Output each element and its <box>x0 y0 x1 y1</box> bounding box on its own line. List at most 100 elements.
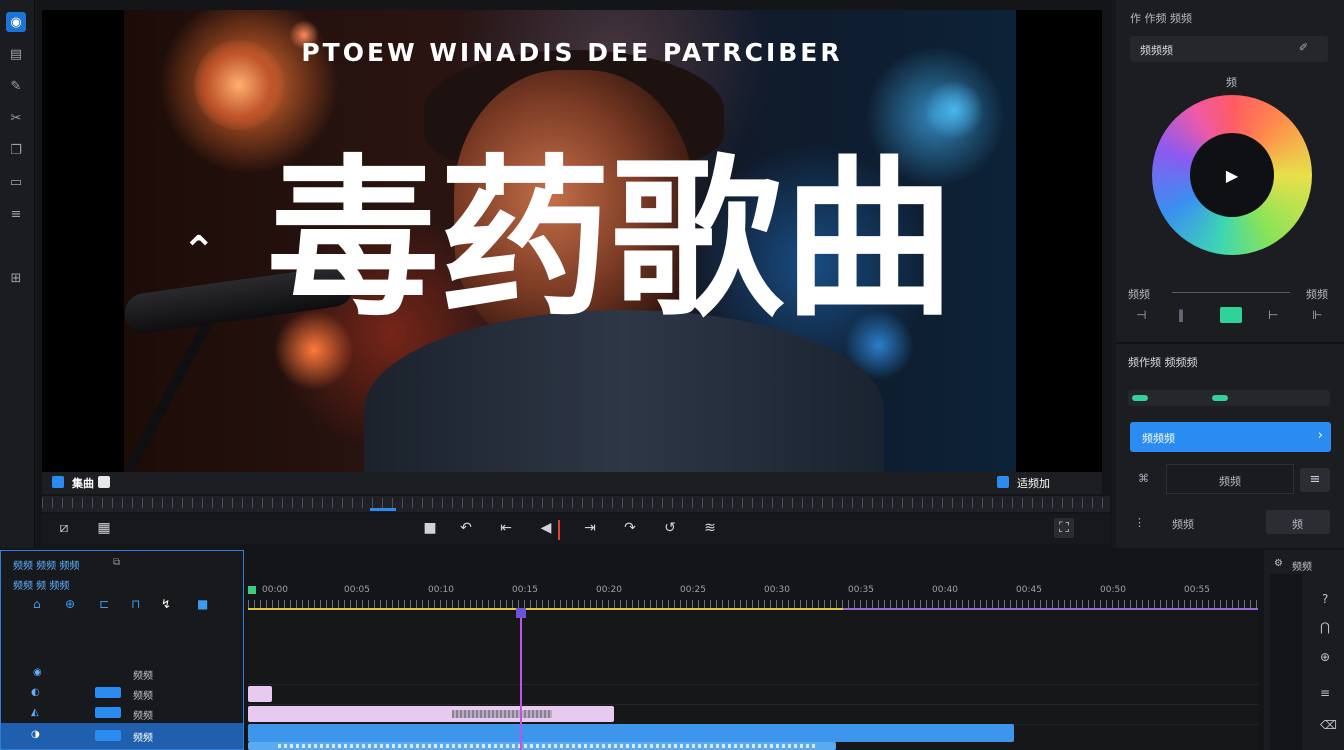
media-icon[interactable]: ◉ <box>6 12 26 32</box>
color-slider[interactable] <box>1172 292 1290 293</box>
side-delete-icon[interactable]: ⌫ <box>1320 718 1337 732</box>
preview-label: 集曲 <box>72 477 94 490</box>
align-right-icon[interactable]: ⊢ <box>1268 308 1278 322</box>
align-left-icon[interactable]: ⊣ <box>1136 308 1146 322</box>
row-button[interactable]: 频 <box>1266 510 1330 534</box>
track-audio-icon[interactable]: ◐ <box>31 687 40 698</box>
link-track-icon[interactable]: ⊕ <box>65 597 75 611</box>
row-label: 频频 <box>1172 518 1194 531</box>
export-icon[interactable]: ⊞ <box>6 268 26 288</box>
aspect-icon[interactable] <box>98 476 110 488</box>
clip-title[interactable] <box>248 686 272 702</box>
video-title-overlay[interactable]: PTOEW WINADIS DEE PATRCIBER <box>42 38 1102 67</box>
playhead-handle[interactable] <box>516 608 526 618</box>
preview-scrubber[interactable] <box>42 496 1110 512</box>
track-toggle-2[interactable] <box>95 707 121 718</box>
side-zoom-icon[interactable]: ⊕ <box>1320 650 1330 664</box>
scrub-position[interactable] <box>370 508 396 511</box>
preview-toggle-icon[interactable] <box>52 476 64 488</box>
record-icon[interactable]: ■ <box>420 518 440 538</box>
timeline-tracks[interactable] <box>248 612 1258 750</box>
value-field[interactable]: 频频 <box>1166 464 1294 494</box>
slider-label-left: 频频 <box>1128 288 1150 301</box>
track-toggle[interactable] <box>95 687 121 698</box>
track-divider <box>248 704 1258 705</box>
menu-icon[interactable]: ≡ <box>1300 468 1330 492</box>
value-field-text: 频频 <box>1219 475 1241 488</box>
ruler-label: 00:00 <box>262 585 288 595</box>
preset-dropdown[interactable]: 频频频 ✐ <box>1130 36 1328 62</box>
add-track-icon[interactable]: ⌂ <box>33 597 41 611</box>
apply-effect-label: 频频频 <box>1142 432 1175 445</box>
crop-icon[interactable]: ▦ <box>94 518 114 538</box>
video-preview[interactable]: PTOEW WINADIS DEE PATRCIBER ⌃ 毒药歌曲 <box>42 10 1102 472</box>
preset-value: 频频频 <box>1140 44 1173 57</box>
preview-fit-label[interactable]: 适频加 <box>1017 475 1050 491</box>
track-select-icon[interactable]: ◑ <box>31 729 40 740</box>
side-help-icon[interactable]: ? <box>1322 592 1328 606</box>
timeline-side-panel: ⚙ 频频 ? ⋂ ⊕ ≡ ⌫ <box>1264 550 1344 750</box>
link-icon[interactable]: ⌘ <box>1138 472 1149 485</box>
volume-icon[interactable]: ≋ <box>700 518 720 538</box>
ruler-start-marker <box>248 586 256 594</box>
wheel-label: 频 <box>1226 76 1237 89</box>
track-toggle-3[interactable] <box>95 730 121 741</box>
selected-track-row[interactable]: ◑ 频频 <box>1 723 243 749</box>
prev-frame-icon[interactable]: ⇤ <box>496 518 516 538</box>
ruler-ticks <box>248 600 1258 608</box>
clip-video[interactable] <box>248 724 1014 742</box>
level-meter[interactable] <box>1128 390 1330 406</box>
row-icon[interactable]: ⋮ <box>1134 516 1145 529</box>
play-icon[interactable]: ◀ <box>536 518 556 538</box>
side-gear-icon[interactable]: ⚙ <box>1274 558 1283 569</box>
stack-icon[interactable]: ≡ <box>6 204 26 224</box>
wheel-play-icon[interactable]: ▶ <box>1190 133 1274 217</box>
apply-effect-button[interactable]: 频频频 › <box>1130 422 1331 452</box>
mic-stand <box>124 317 214 472</box>
work-area-bar[interactable] <box>248 608 843 610</box>
marker-icon[interactable]: ⊓ <box>131 597 140 611</box>
color-swatch[interactable] <box>1220 307 1242 323</box>
align-center-icon[interactable]: ‖ <box>1178 308 1184 322</box>
ruler-label: 00:15 <box>512 585 538 595</box>
brush-icon[interactable]: ✎ <box>6 76 26 96</box>
ruler-label: 00:25 <box>680 585 706 595</box>
panel-divider <box>1116 342 1344 344</box>
track-divider <box>248 684 1258 685</box>
cut-icon[interactable]: ✂ <box>6 108 26 128</box>
ruler-label: 00:35 <box>848 585 874 595</box>
eyedropper-icon[interactable]: ✐ <box>1299 41 1308 54</box>
track-mute-icon[interactable]: ◭ <box>31 707 39 718</box>
split-icon[interactable]: ⊏ <box>99 597 109 611</box>
track-eye-icon[interactable]: ◉ <box>33 667 42 678</box>
track-header-panel: 频频 频频 频频 ⧉ 频频 频 频频 ⌂ ⊕ ⊏ ⊓ ↯ ■ ◉ 频频 ◐ 频频… <box>0 550 244 750</box>
track-label-1: 频频 <box>133 671 153 682</box>
clip-text-overlay[interactable] <box>248 706 614 722</box>
fit-icon[interactable] <box>997 476 1009 488</box>
skip-back-icon[interactable]: ↶ <box>456 518 476 538</box>
ruler-label: 00:40 <box>932 585 958 595</box>
play-marker <box>558 520 560 540</box>
lock-icon[interactable]: ■ <box>197 597 208 611</box>
frame-icon[interactable]: ▭ <box>6 172 26 192</box>
snapshot-icon[interactable]: ⧄ <box>54 518 74 538</box>
side-magnet-icon[interactable]: ⋂ <box>1320 620 1330 634</box>
clip-audio[interactable] <box>248 742 836 750</box>
fullscreen-icon[interactable]: ⛶ <box>1054 518 1074 538</box>
playhead[interactable] <box>520 608 522 750</box>
distribute-icon[interactable]: ⊩ <box>1312 308 1322 322</box>
loop-icon[interactable]: ↺ <box>660 518 680 538</box>
side-column <box>1270 574 1302 750</box>
skip-forward-icon[interactable]: ↷ <box>620 518 640 538</box>
import-icon[interactable]: ▤ <box>6 44 26 64</box>
chevron-right-icon: › <box>1317 428 1323 443</box>
copy-icon[interactable]: ❐ <box>6 140 26 160</box>
big-title-overlay[interactable]: 毒药歌曲 <box>267 150 955 330</box>
snap-icon[interactable]: ↯ <box>161 597 171 611</box>
row-button-label: 频 <box>1292 518 1303 531</box>
left-toolbar: ◉ ▤ ✎ ✂ ❐ ▭ ≡ ⊞ <box>0 0 35 548</box>
side-menu-icon[interactable]: ≡ <box>1320 686 1330 700</box>
next-frame-icon[interactable]: ⇥ <box>580 518 600 538</box>
work-area-bar-end[interactable] <box>843 608 1258 610</box>
preview-status-bar: 集曲 适频加 <box>42 472 1102 494</box>
